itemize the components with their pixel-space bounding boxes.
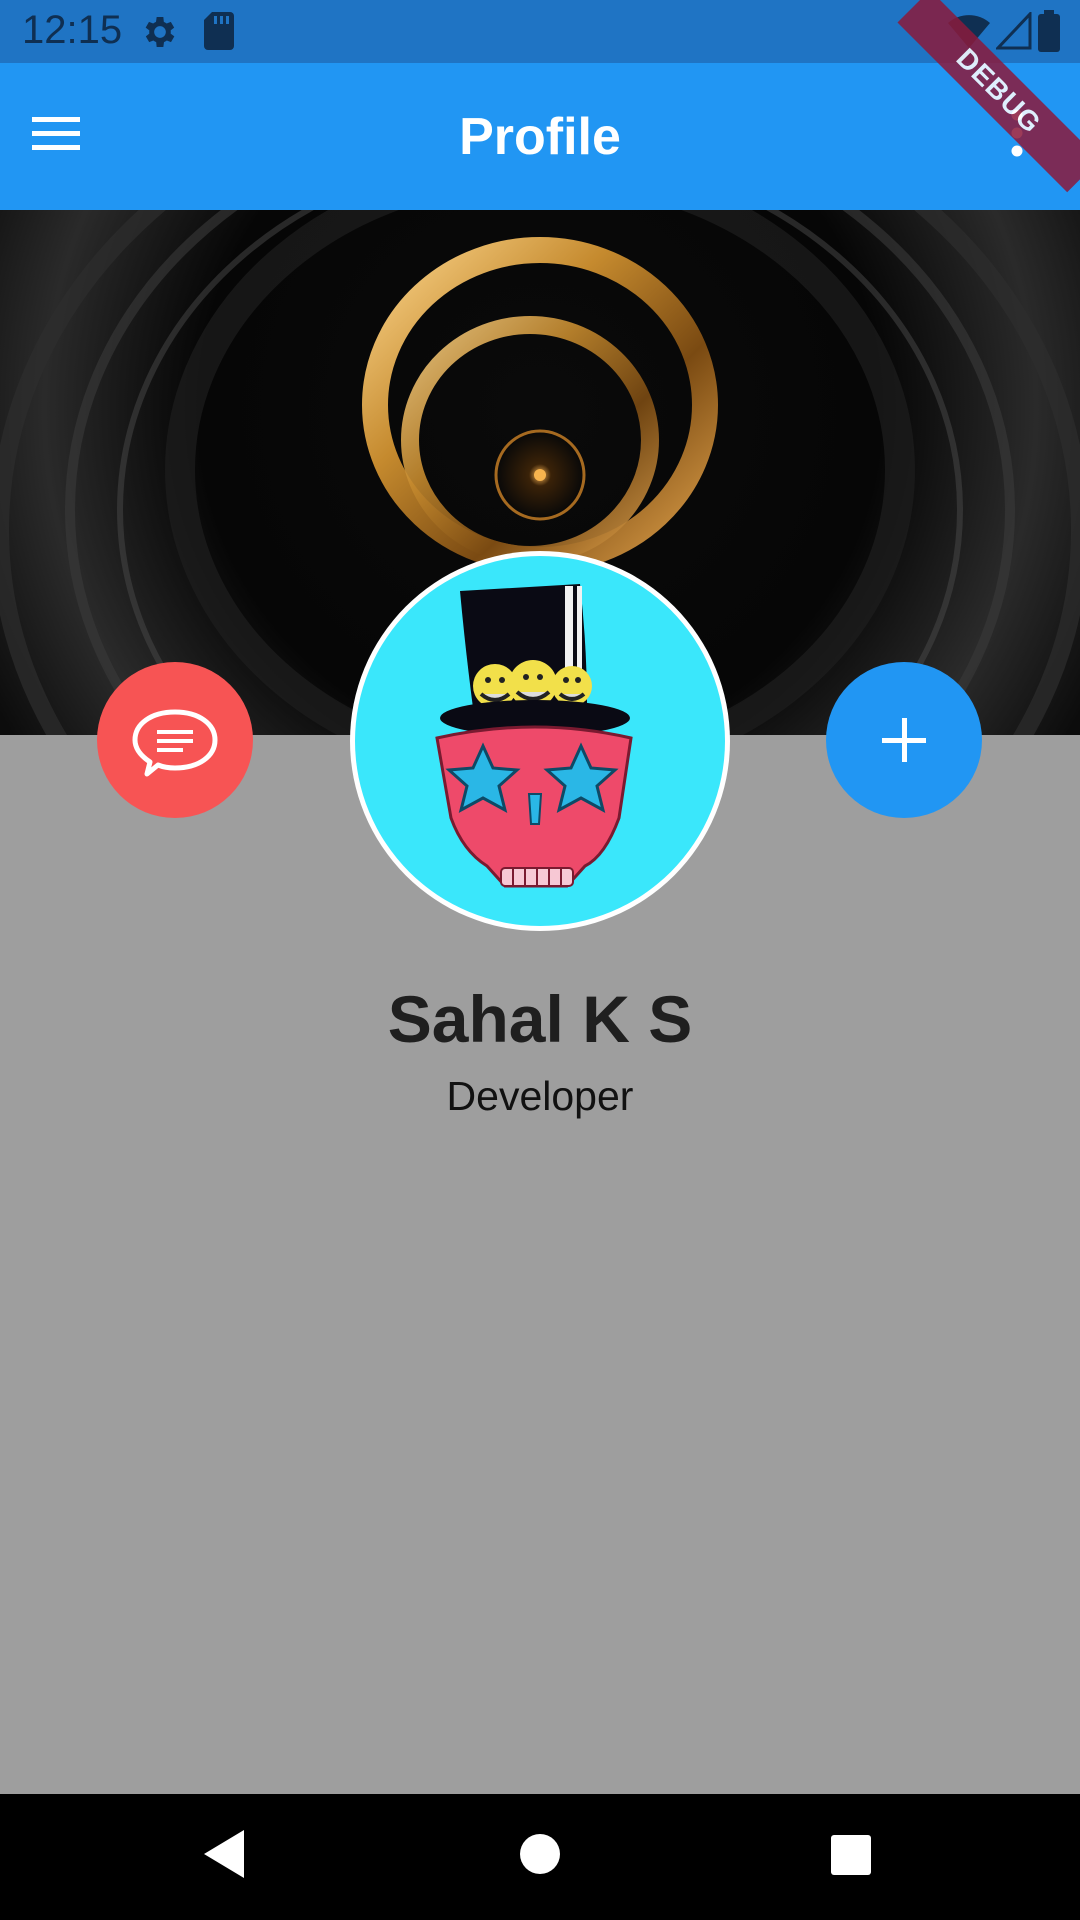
app-bar: Profile (0, 63, 1080, 210)
battery-icon (1038, 10, 1060, 57)
status-time: 12:15 (22, 8, 123, 52)
avatar-image (355, 556, 725, 926)
sd-card-icon (204, 12, 234, 55)
add-icon (882, 718, 926, 762)
chat-bubble-icon (132, 709, 218, 777)
chat-button[interactable] (97, 662, 253, 818)
system-nav-bar (0, 1794, 1080, 1920)
page-title: Profile (459, 108, 621, 166)
signal-icon (994, 10, 1032, 55)
settings-icon (140, 12, 180, 57)
profile-name: Sahal K S (387, 982, 693, 1056)
back-button[interactable] (196, 1824, 256, 1884)
back-icon (204, 1830, 244, 1878)
home-button[interactable] (510, 1824, 570, 1884)
recents-button[interactable] (820, 1824, 880, 1884)
home-icon (520, 1834, 560, 1874)
avatar[interactable] (350, 551, 730, 931)
profile-screen: 12:15 Profile Sahal K S Developer DEBUG (0, 0, 1080, 1920)
profile-role: Developer (446, 1073, 634, 1119)
recents-icon (831, 1835, 871, 1875)
add-button[interactable] (826, 662, 982, 818)
